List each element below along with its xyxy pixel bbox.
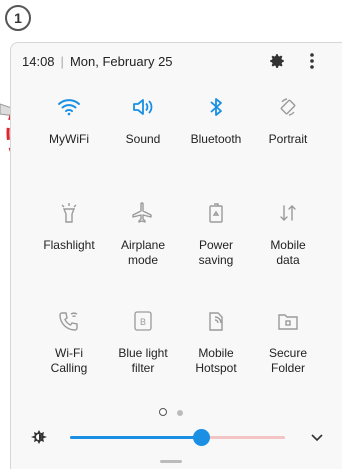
tile-secure-folder[interactable]: Secure Folder [246, 308, 330, 376]
sound-icon [101, 94, 185, 120]
status-bar: 14:08 | Mon, February 25 [22, 54, 173, 69]
brightness-icon [31, 429, 47, 450]
tile-label: Sound [125, 132, 161, 146]
flashlight-icon [27, 200, 111, 226]
screenshot: 1 14:08 | Mon, February 25 MyWiFi Sound Bl… [0, 0, 342, 469]
tile-portrait[interactable]: Portrait [246, 94, 330, 147]
svg-text:B: B [140, 317, 146, 327]
mobile-data-icon [246, 200, 330, 226]
drag-handle[interactable] [160, 460, 182, 463]
blue-light-filter-icon: B [101, 308, 185, 334]
status-date: Mon, February 25 [69, 54, 173, 69]
secure-folder-icon [246, 308, 330, 334]
status-time: 14:08 [22, 54, 55, 69]
tile-label: Blue light filter [118, 346, 168, 375]
brightness-fill [70, 436, 202, 439]
tile-mobile-data[interactable]: Mobile data [246, 200, 330, 268]
tile-label: Mobile data [270, 238, 306, 267]
more-options-icon[interactable] [308, 52, 316, 75]
tile-label: MyWiFi [49, 132, 89, 146]
tile-label: Wi-Fi Calling [50, 346, 88, 375]
brightness-thumb[interactable] [193, 429, 211, 446]
brightness-slider[interactable] [70, 429, 285, 446]
tile-flashlight[interactable]: Flashlight [27, 200, 111, 253]
airplane-icon [101, 200, 185, 226]
tile-label: Airplane mode [120, 238, 166, 267]
page-dot-active[interactable] [159, 408, 167, 416]
tile-label: Portrait [268, 132, 308, 146]
tile-wifi[interactable]: MyWiFi [27, 94, 111, 147]
tile-label: Secure Folder [268, 346, 308, 375]
wifi-icon [27, 94, 111, 120]
settings-gear-icon[interactable] [268, 52, 286, 75]
tile-airplane[interactable]: Airplane mode [101, 200, 185, 268]
chevron-down-icon[interactable] [311, 430, 323, 448]
tile-label: Flashlight [43, 238, 95, 252]
page-indicator [0, 403, 342, 421]
wifi-calling-icon [27, 308, 111, 334]
status-separator: | [60, 54, 64, 69]
tile-sound[interactable]: Sound [101, 94, 185, 147]
tile-blue-light-filter[interactable]: B Blue light filter [101, 308, 185, 376]
tile-wifi-calling[interactable]: Wi-Fi Calling [27, 308, 111, 376]
portrait-rotate-icon [246, 94, 330, 120]
page-dot[interactable] [177, 410, 183, 416]
